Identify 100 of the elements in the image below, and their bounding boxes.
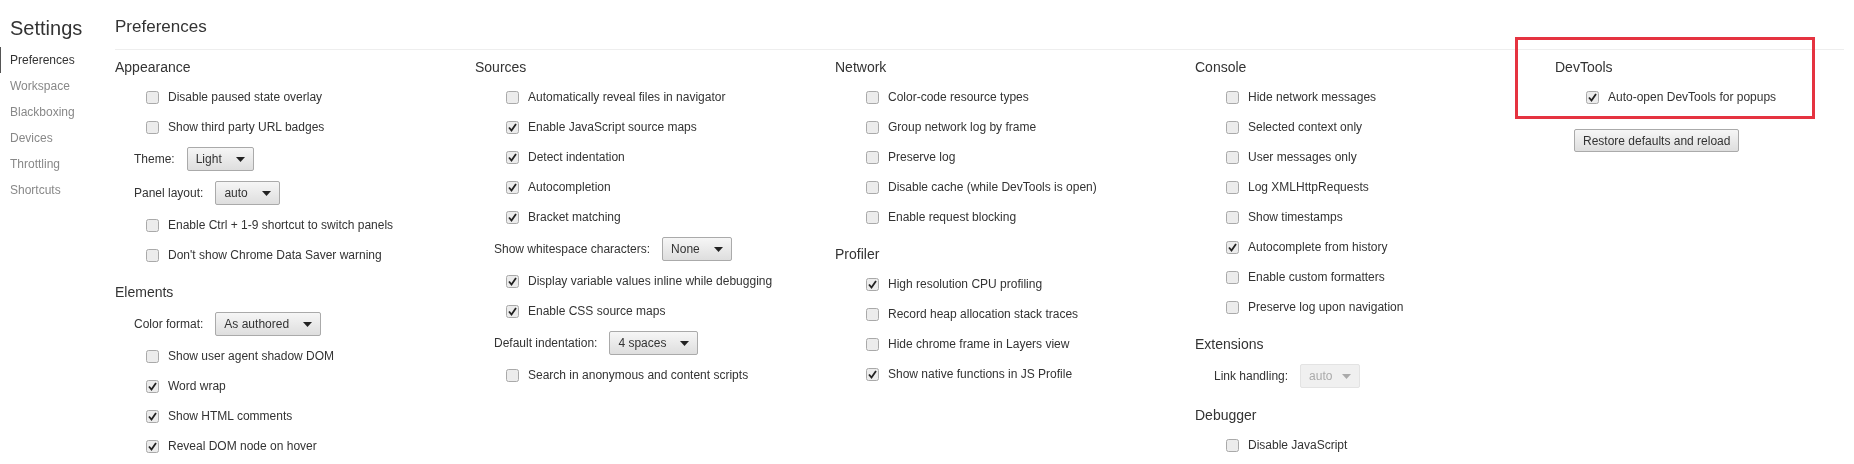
checkbox-option[interactable]: Group network log by frame (835, 118, 1037, 136)
checkbox-option[interactable]: Word wrap (115, 377, 226, 395)
checkbox[interactable] (506, 180, 519, 194)
sidebar-item[interactable]: Preferences (0, 47, 75, 73)
checkbox[interactable] (146, 439, 159, 453)
caret-icon (1342, 373, 1352, 379)
checkbox-option[interactable]: Enable custom formatters (1195, 268, 1385, 286)
section-title: Sources (475, 58, 527, 77)
checkbox-option[interactable]: Hide chrome frame in Layers view (835, 335, 1070, 353)
checkbox-option[interactable]: Search in anonymous and content scripts (475, 366, 749, 384)
checkbox-option[interactable]: Show third party URL badges (115, 118, 325, 136)
field-label: Color format: (134, 316, 204, 333)
checkbox[interactable] (866, 120, 879, 134)
section-title: Console (1195, 58, 1247, 77)
field-label: Theme: (134, 151, 175, 168)
section-title: Debugger (1195, 406, 1257, 425)
caret-icon (680, 340, 690, 346)
sidebar-item[interactable]: Workspace (0, 73, 70, 99)
caret-icon (261, 190, 271, 196)
checkbox-option[interactable]: Disable paused state overlay (115, 88, 323, 106)
checkbox[interactable] (146, 218, 159, 232)
checkbox-option[interactable]: Auto-open DevTools for popups (1555, 88, 1777, 106)
checkbox[interactable] (866, 337, 879, 351)
checkbox[interactable] (146, 248, 159, 262)
restore-defaults-button[interactable]: Restore defaults and reload (1574, 129, 1740, 152)
sidebar-item[interactable]: Shortcuts (0, 177, 61, 203)
checkbox[interactable] (866, 277, 879, 291)
checkbox-option[interactable]: Enable request blocking (835, 208, 1017, 226)
checkbox[interactable] (506, 120, 519, 134)
checkbox-option[interactable]: Don't show Chrome Data Saver warning (115, 246, 382, 264)
checkbox[interactable] (1226, 300, 1239, 314)
checkbox[interactable] (1226, 90, 1239, 104)
field-label: Show whitespace characters: (494, 241, 651, 258)
checkbox-option[interactable]: User messages only (1195, 148, 1357, 166)
checkbox[interactable] (866, 307, 879, 321)
checkbox-option[interactable]: Autocompletion (475, 178, 611, 196)
checkbox-option[interactable]: Disable cache (while DevTools is open) (835, 178, 1097, 196)
sidebar-item[interactable]: Throttling (0, 151, 61, 177)
checkbox-option[interactable]: Automatically reveal files in navigator (475, 88, 726, 106)
dropdown[interactable]: As authored (215, 312, 322, 336)
checkbox[interactable] (506, 274, 519, 288)
checkbox[interactable] (146, 349, 159, 363)
checkbox-option[interactable]: Selected context only (1195, 118, 1363, 136)
checkbox-option[interactable]: Record heap allocation stack traces (835, 305, 1079, 323)
section-title: Extensions (1195, 335, 1264, 354)
checkbox-option[interactable]: Detect indentation (475, 148, 625, 166)
checkbox[interactable] (1226, 120, 1239, 134)
sidebar-title: Settings (9, 16, 83, 41)
checkbox[interactable] (146, 409, 159, 423)
caret-icon (235, 156, 245, 162)
checkbox[interactable] (866, 180, 879, 194)
checkbox-option[interactable]: Show native functions in JS Profile (835, 365, 1073, 383)
checkbox-option[interactable]: Show HTML comments (115, 407, 293, 425)
field-label: Default indentation: (494, 335, 598, 352)
checkbox-option[interactable]: Enable JavaScript source maps (475, 118, 697, 136)
checkbox-option[interactable]: Log XMLHttpRequests (1195, 178, 1369, 196)
checkbox[interactable] (866, 150, 879, 164)
caret-icon (303, 321, 313, 327)
checkbox-option[interactable]: Preserve log (835, 148, 956, 166)
checkbox[interactable] (866, 210, 879, 224)
checkbox[interactable] (866, 90, 879, 104)
caret-icon (713, 246, 723, 252)
checkbox[interactable] (1226, 438, 1239, 452)
checkbox[interactable] (1226, 270, 1239, 284)
checkbox[interactable] (1226, 180, 1239, 194)
checkbox-option[interactable]: Enable Ctrl + 1-9 shortcut to switch panels (115, 216, 394, 234)
section-title: Profiler (835, 245, 880, 264)
dropdown[interactable]: auto (215, 181, 280, 205)
checkbox-option[interactable]: Enable CSS source maps (475, 302, 666, 320)
checkbox[interactable] (866, 367, 879, 381)
checkbox-option[interactable]: Reveal DOM node on hover (115, 437, 317, 455)
checkbox-option[interactable]: Hide network messages (1195, 88, 1377, 106)
checkbox[interactable] (1586, 90, 1599, 104)
checkbox[interactable] (506, 304, 519, 318)
checkbox[interactable] (1226, 210, 1239, 224)
field-label: Panel layout: (134, 185, 204, 202)
section-title: DevTools (1555, 58, 1613, 77)
checkbox[interactable] (1226, 240, 1239, 254)
checkbox[interactable] (506, 150, 519, 164)
sidebar-item[interactable]: Devices (0, 125, 53, 151)
dropdown[interactable]: None (662, 237, 732, 261)
dropdown[interactable]: 4 spaces (609, 331, 699, 355)
checkbox[interactable] (1226, 150, 1239, 164)
checkbox-option[interactable]: Autocomplete from history (1195, 238, 1388, 256)
checkbox-option[interactable]: Color-code resource types (835, 88, 1029, 106)
checkbox[interactable] (146, 90, 159, 104)
checkbox-option[interactable]: Show user agent shadow DOM (115, 347, 335, 365)
checkbox[interactable] (506, 90, 519, 104)
sidebar-item[interactable]: Blackboxing (0, 99, 75, 125)
checkbox-option[interactable]: Show timestamps (1195, 208, 1343, 226)
checkbox-option[interactable]: High resolution CPU profiling (835, 275, 1043, 293)
checkbox-option[interactable]: Disable JavaScript (1195, 436, 1348, 454)
checkbox[interactable] (506, 368, 519, 382)
checkbox[interactable] (146, 120, 159, 134)
checkbox[interactable] (146, 379, 159, 393)
checkbox-option[interactable]: Preserve log upon navigation (1195, 298, 1404, 316)
checkbox[interactable] (506, 210, 519, 224)
dropdown[interactable]: Light (186, 147, 254, 171)
checkbox-option[interactable]: Bracket matching (475, 208, 621, 226)
checkbox-option[interactable]: Display variable values inline while debugging (475, 272, 773, 290)
